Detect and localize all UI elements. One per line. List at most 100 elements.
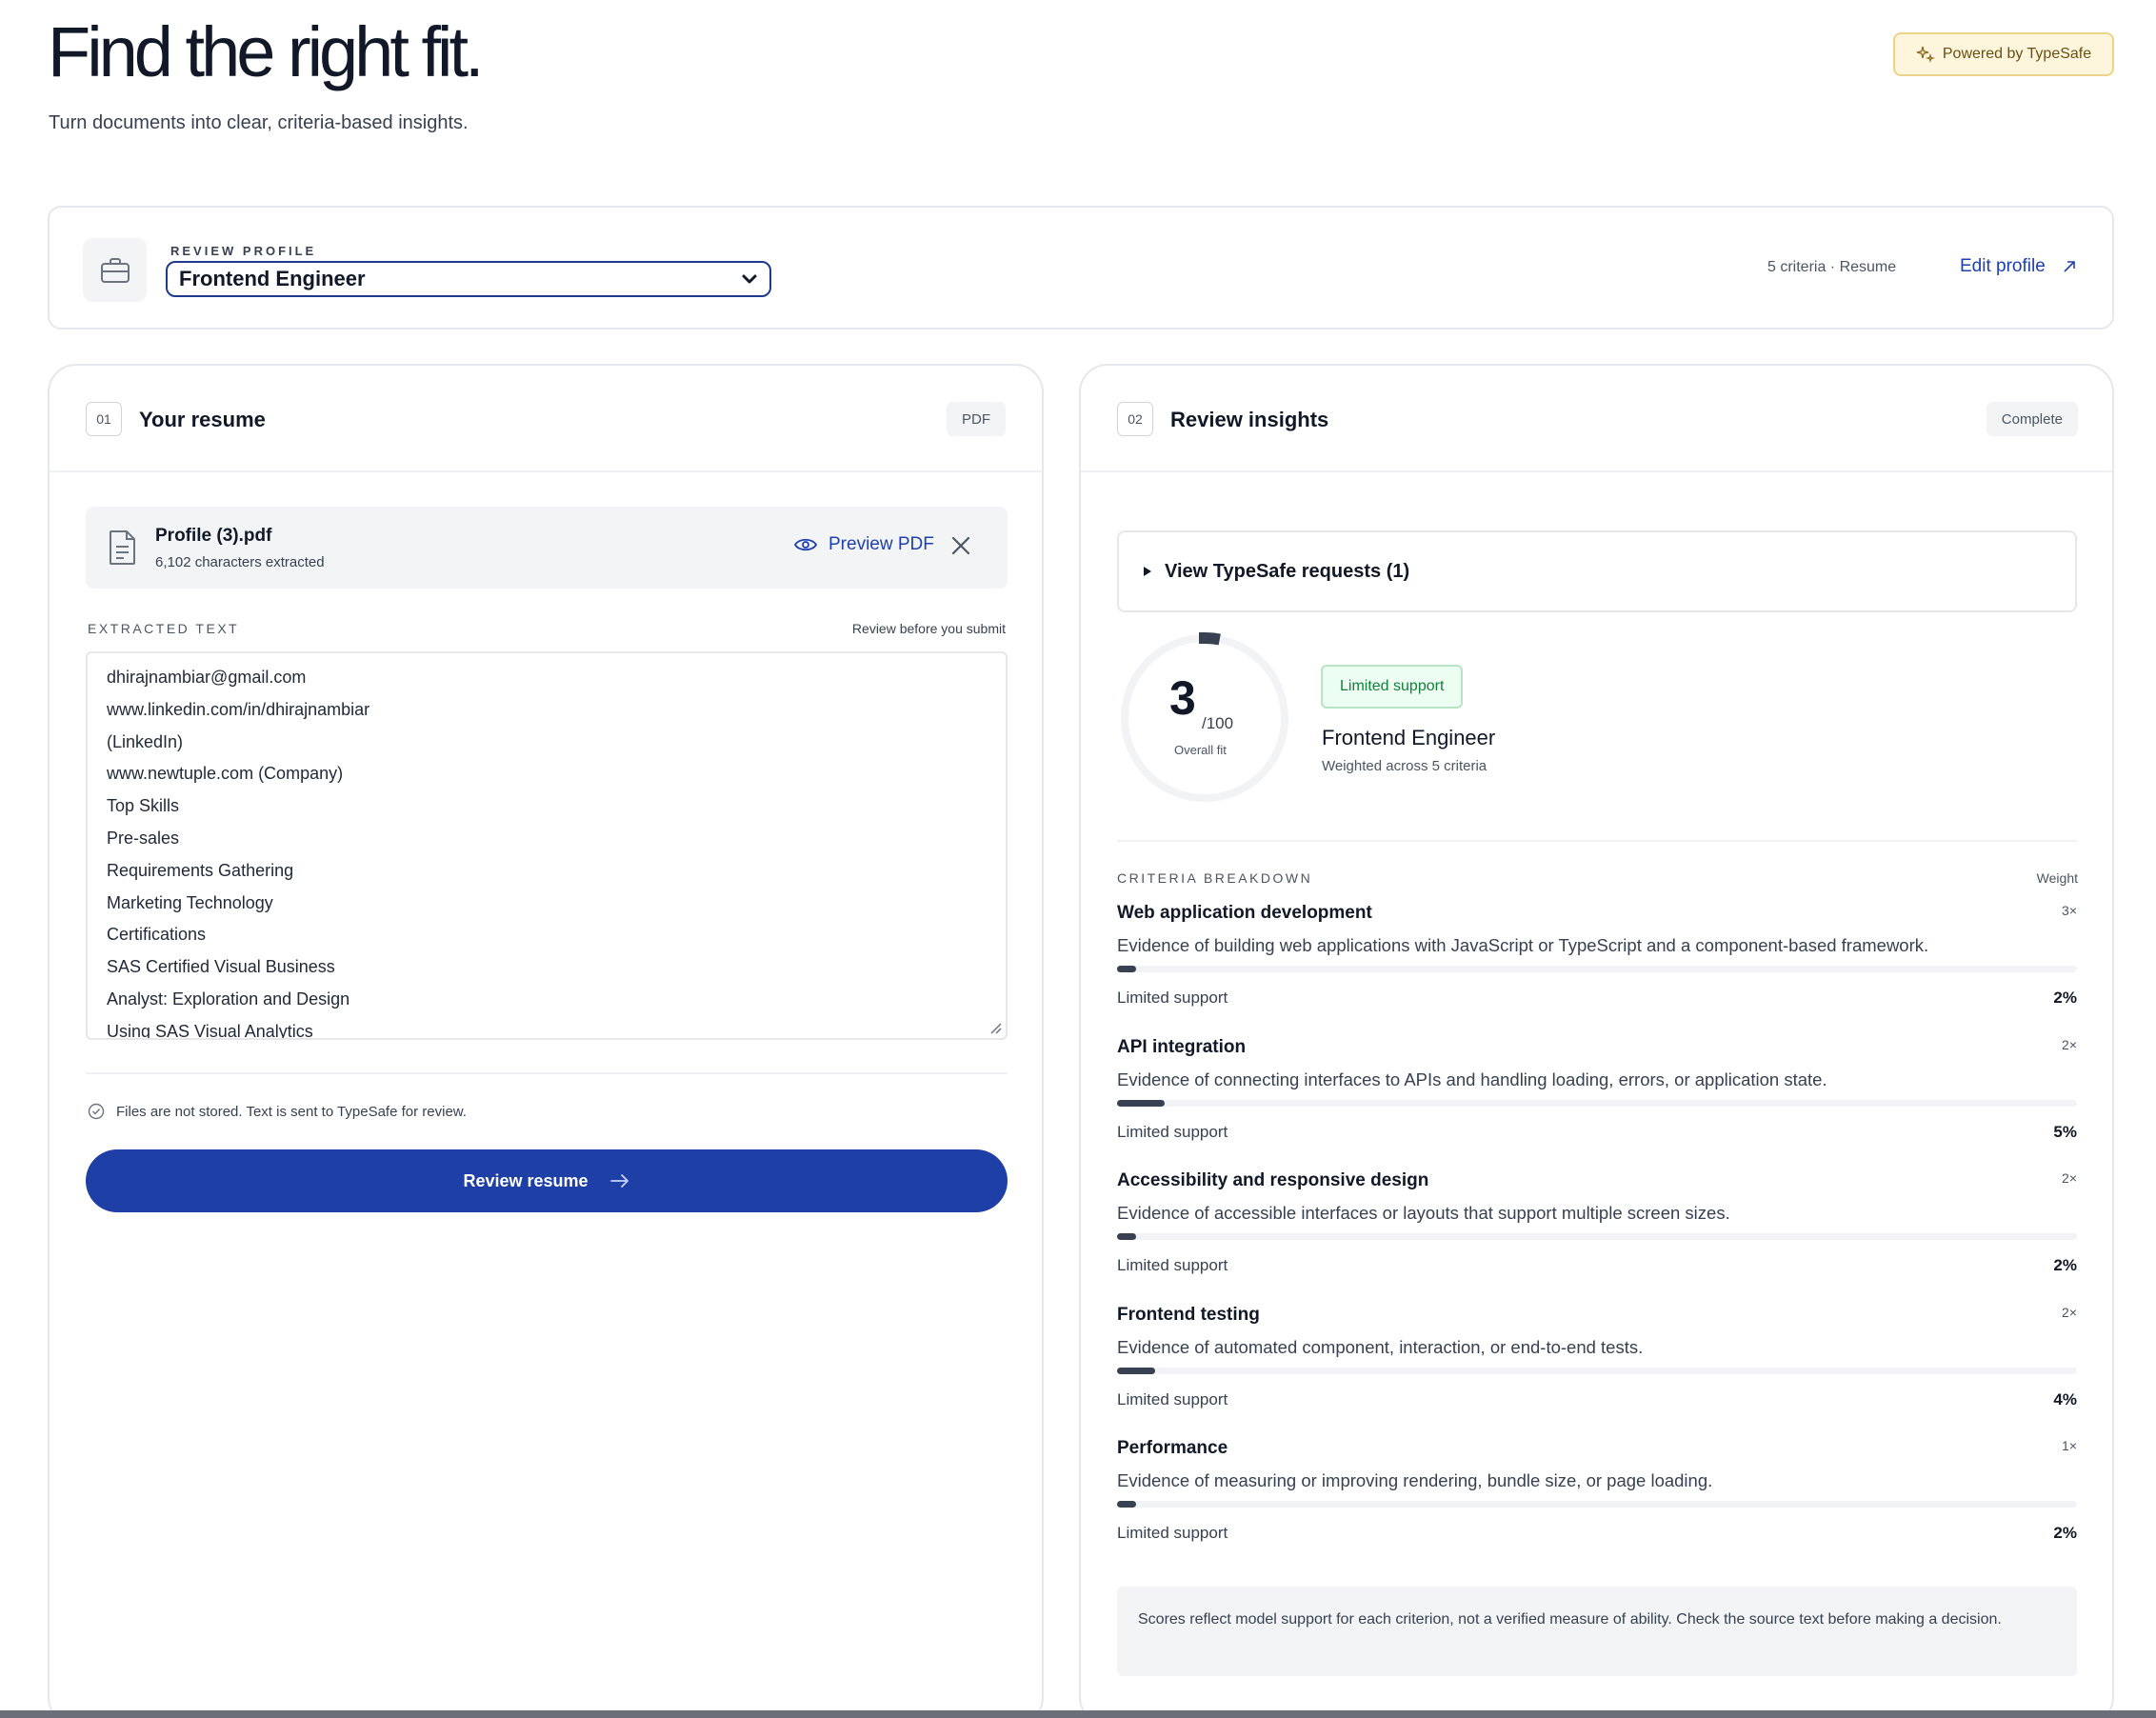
- close-icon[interactable]: [950, 535, 971, 556]
- extracted-text-line: www.newtuple.com (Company): [107, 764, 344, 784]
- edit-profile-label: Edit profile: [1960, 256, 2046, 276]
- extracted-text-area[interactable]: dhirajnambiar@gmail.com www.linkedin.com/…: [86, 651, 1008, 1040]
- typesafe-requests-toggle[interactable]: View TypeSafe requests (1): [1117, 530, 2077, 612]
- insights-card-header: 02 Review insights Complete: [1081, 366, 2112, 472]
- criterion-progress-fill: [1117, 1099, 1166, 1107]
- fit-role: Frontend Engineer: [1322, 726, 1496, 749]
- page-subtitle: Turn documents into clear, criteria-base…: [49, 112, 469, 133]
- criterion-item: API integration 2× Evidence of connecting …: [1117, 1037, 2077, 1161]
- criterion-weight: 2×: [2062, 1304, 2077, 1320]
- criterion-description: Evidence of measuring or improving rende…: [1117, 1470, 1713, 1490]
- criterion-item: Accessibility and responsive design 2× Evi…: [1117, 1170, 2077, 1294]
- preview-pdf-button[interactable]: Preview PDF: [794, 534, 934, 555]
- criterion-progress-fill: [1117, 1501, 1137, 1508]
- review-profile-select[interactable]: Frontend Engineer: [166, 261, 771, 297]
- extracted-text-line: (LinkedIn): [107, 731, 184, 751]
- extracted-text-line: www.linkedin.com/in/dhirajnambiar: [107, 699, 370, 719]
- criterion-weight: 3×: [2062, 903, 2077, 918]
- criterion-progress-track: [1117, 1233, 2077, 1240]
- file-char-count: 6,102 characters extracted: [155, 554, 325, 570]
- criterion-progress-fill: [1117, 966, 1137, 972]
- criterion-description: Evidence of accessible interfaces or lay…: [1117, 1203, 1730, 1223]
- criterion-progress-track: [1117, 1367, 2077, 1374]
- chevron-down-icon: [742, 274, 757, 284]
- criterion-support: Limited support: [1117, 989, 1228, 1007]
- fit-role-subtitle: Weighted across 5 criteria: [1322, 758, 1487, 774]
- preview-pdf-label: Preview PDF: [828, 534, 934, 554]
- page: Find the right fit. Turn documents into …: [0, 0, 2156, 1718]
- review-resume-label: Review resume: [463, 1170, 589, 1190]
- criterion-support: Limited support: [1117, 1524, 1228, 1542]
- score-caption: Overall fit: [1174, 743, 1227, 757]
- edit-profile-link[interactable]: Edit profile: [1960, 256, 2076, 277]
- step-number: 01: [86, 402, 122, 436]
- review-resume-button[interactable]: Review resume: [86, 1149, 1008, 1212]
- criterion-weight: 1×: [2062, 1438, 2077, 1453]
- extracted-text-hint: Review before you submit: [851, 621, 1006, 636]
- status-badge: Limited support: [1321, 665, 1464, 709]
- review-profile-value: Frontend Engineer: [179, 267, 366, 290]
- criterion-item: Performance 1× Evidence of measuring or im…: [1117, 1438, 2077, 1562]
- extracted-text-line: Certifications: [107, 925, 207, 945]
- criterion-support: Limited support: [1117, 1389, 1228, 1408]
- criterion-item: Web application development 3× Evidence of…: [1117, 903, 2077, 1027]
- extracted-text-label: EXTRACTED TEXT: [88, 621, 240, 636]
- extracted-text-line: Requirements Gathering: [107, 860, 294, 880]
- external-link-icon: [2064, 261, 2075, 272]
- extracted-text-line: SAS Certified Visual Business: [107, 957, 335, 977]
- resize-grip-icon[interactable]: [988, 1021, 1002, 1034]
- criterion-progress-track: [1117, 966, 2077, 972]
- powered-by-text: Powered by TypeSafe: [1942, 46, 2092, 62]
- criterion-name: Web application development: [1117, 903, 1372, 923]
- criterion-progress-track: [1117, 1501, 2077, 1508]
- score-out-of: /100: [1202, 714, 1234, 732]
- criterion-percent: 2%: [2053, 1256, 2077, 1274]
- score-gauge-arc: [1199, 632, 1221, 646]
- page-title: Find the right fit.: [48, 12, 485, 91]
- privacy-note: Files are not stored. Text is sent to Ty…: [88, 1103, 467, 1120]
- sparkle-icon: [1916, 46, 1935, 64]
- status-tag: Complete: [1986, 402, 2078, 436]
- triangle-right-icon: [1144, 567, 1151, 576]
- window-bottom-edge: [0, 1710, 2156, 1718]
- extracted-text-line: dhirajnambiar@gmail.com: [107, 668, 307, 687]
- review-profile-bar: REVIEW PROFILE Frontend Engineer 5 crite…: [48, 206, 2114, 330]
- criterion-percent: 5%: [2053, 1122, 2077, 1141]
- file-name: Profile (3).pdf: [155, 526, 272, 546]
- extracted-text-line: Using SAS Visual Analytics: [107, 1021, 313, 1040]
- document-icon: [110, 530, 135, 565]
- criterion-percent: 2%: [2053, 1524, 2077, 1542]
- criterion-name: Frontend testing: [1117, 1304, 1260, 1325]
- privacy-note-text: Files are not stored. Text is sent to Ty…: [116, 1103, 467, 1120]
- criteria-breakdown-label: CRITERIA BREAKDOWN: [1117, 870, 1313, 886]
- uploaded-file: Profile (3).pdf 6,102 characters extract…: [86, 507, 1008, 589]
- eye-icon: [794, 538, 817, 551]
- divider: [1117, 840, 2077, 842]
- criterion-weight: 2×: [2062, 1036, 2077, 1052]
- criterion-progress-track: [1117, 1099, 2077, 1107]
- criterion-name: API integration: [1117, 1036, 1247, 1057]
- criterion-description: Evidence of automated component, interac…: [1117, 1336, 1644, 1357]
- criterion-percent: 2%: [2053, 989, 2077, 1007]
- resume-card-title: Your resume: [139, 408, 266, 431]
- profile-meta: 5 criteria · Resume: [1767, 259, 1897, 275]
- extracted-text-line: Pre-sales: [107, 828, 180, 848]
- criterion-description: Evidence of building web applications wi…: [1117, 935, 1929, 955]
- extracted-text-line: Marketing Technology: [107, 892, 273, 912]
- briefcase-icon: [83, 238, 147, 302]
- criterion-name: Performance: [1117, 1438, 1228, 1458]
- criterion-item: Frontend testing 2× Evidence of automated …: [1117, 1305, 2077, 1428]
- divider: [86, 1072, 1008, 1074]
- criterion-progress-fill: [1117, 1233, 1137, 1240]
- criterion-percent: 4%: [2053, 1389, 2077, 1408]
- criterion-weight: 2×: [2062, 1170, 2077, 1186]
- resume-card: 01 Your resume PDF Profile (3).pdf 6,102…: [48, 364, 1044, 1718]
- step-number: 02: [1117, 402, 1153, 436]
- extracted-text-line: Analyst: Exploration and Design: [107, 989, 350, 1009]
- shield-check-icon: [88, 1103, 105, 1120]
- criterion-description: Evidence of connecting interfaces to API…: [1117, 1069, 1827, 1089]
- typesafe-requests-label: View TypeSafe requests (1): [1165, 560, 1410, 582]
- criterion-support: Limited support: [1117, 1256, 1228, 1274]
- criterion-progress-fill: [1117, 1367, 1156, 1374]
- arrow-right-icon: [609, 1174, 629, 1188]
